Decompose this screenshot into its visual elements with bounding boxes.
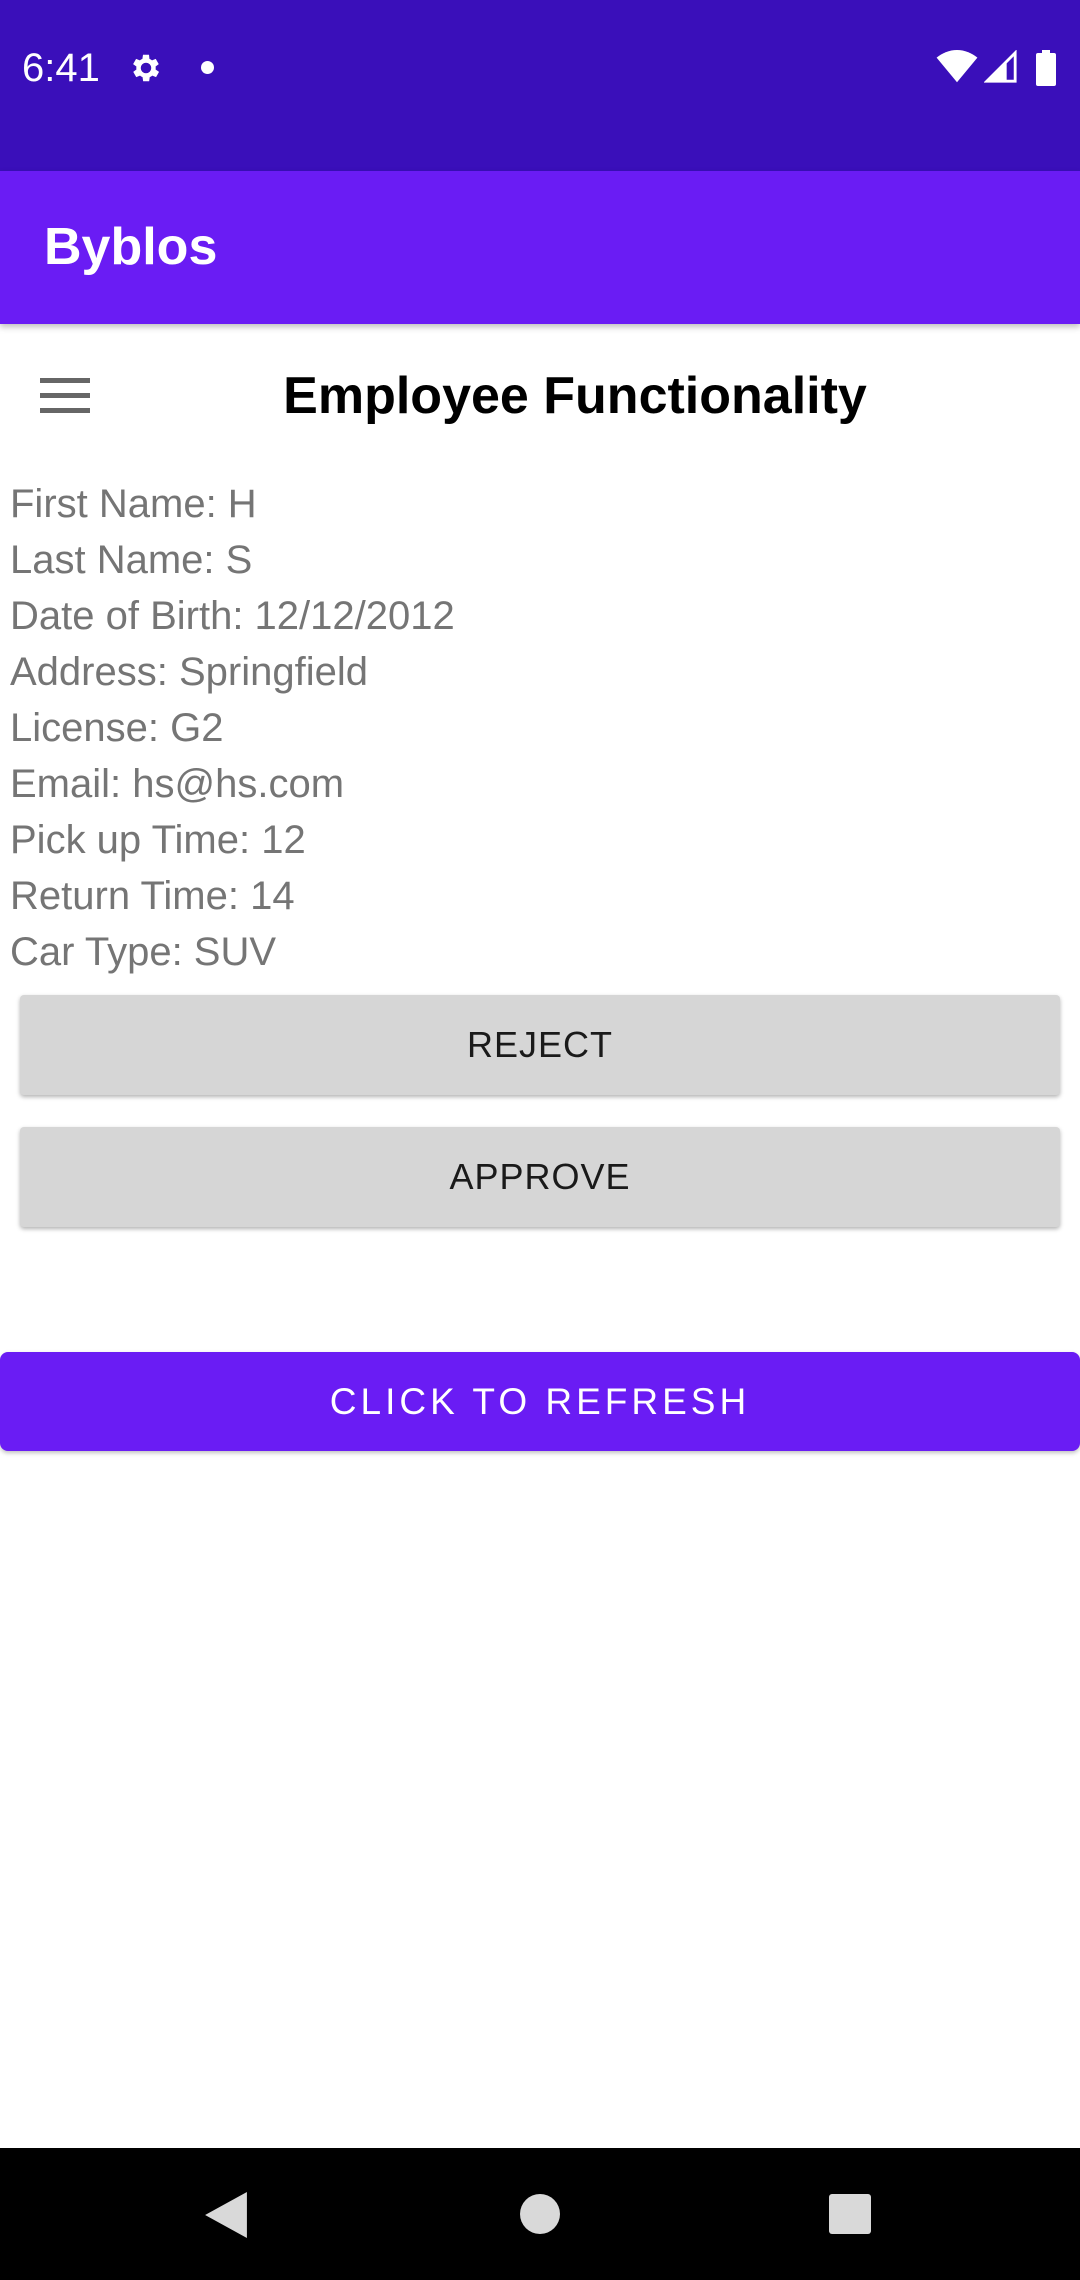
approve-button[interactable]: APPROVE <box>20 1127 1060 1227</box>
detail-pickup-time: Pick up Time: 12 <box>10 818 306 862</box>
reject-button[interactable]: REJECT <box>20 995 1060 1095</box>
app-title: Byblos <box>44 218 218 276</box>
cell-signal-icon <box>984 50 1017 83</box>
detail-email: Email: hs@hs.com <box>10 762 345 806</box>
wifi-icon <box>936 50 978 83</box>
notification-dot-icon <box>201 61 214 74</box>
app-bar: Byblos <box>0 171 1080 324</box>
detail-return-time: Return Time: 14 <box>10 874 295 918</box>
home-icon[interactable] <box>520 2194 560 2234</box>
detail-date-of-birth: Date of Birth: 12/12/2012 <box>10 594 455 638</box>
system-nav-bar <box>0 2148 1080 2280</box>
hamburger-menu-icon[interactable] <box>36 374 94 418</box>
page-title: Employee Functionality <box>283 367 867 425</box>
recents-icon[interactable] <box>829 2194 871 2234</box>
detail-first-name: First Name: H <box>10 482 257 526</box>
refresh-button[interactable]: CLICK TO REFRESH <box>0 1352 1080 1451</box>
status-time: 6:41 <box>22 46 100 90</box>
back-icon[interactable] <box>204 2192 248 2238</box>
battery-icon <box>1036 50 1056 86</box>
request-details: First Name: H Last Name: S Date of Birth… <box>10 476 455 980</box>
detail-license: License: G2 <box>10 706 224 750</box>
detail-last-name: Last Name: S <box>10 538 253 582</box>
status-bar: 6:41 <box>0 0 1080 171</box>
detail-address: Address: Springfield <box>10 650 368 694</box>
gear-icon <box>133 54 160 82</box>
detail-car-type: Car Type: SUV <box>10 930 277 974</box>
